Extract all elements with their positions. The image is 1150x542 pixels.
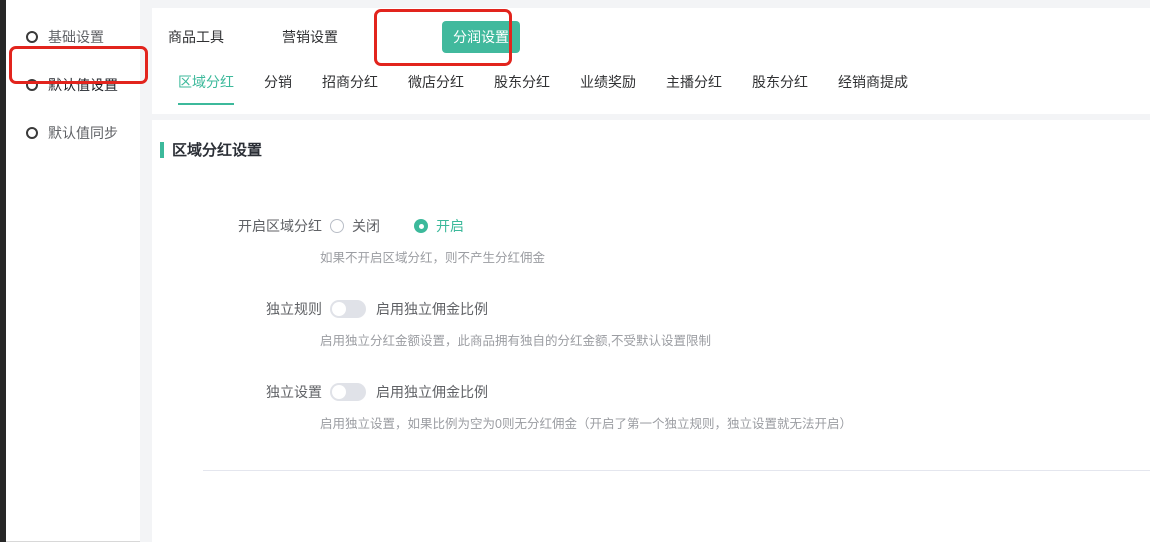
toggle-knob xyxy=(332,302,346,316)
sidebar: 基础设置 默认值设置 默认值同步 xyxy=(6,0,140,542)
form-row-enable-region-dividend: 开启区域分红 关闭 开启 xyxy=(152,216,1150,236)
settings-form: 开启区域分红 关闭 开启 如果不开启区域分红，则不产生分红佣金 xyxy=(152,216,1150,471)
radio-group: 关闭 开启 xyxy=(330,216,498,236)
tab-marketing-settings[interactable]: 营销设置 xyxy=(282,27,338,47)
toggle-knob xyxy=(332,385,346,399)
subtab-performance-reward[interactable]: 业绩奖励 xyxy=(580,72,636,103)
radio-circle-icon xyxy=(26,31,38,43)
subtab-merchant-dividend[interactable]: 招商分红 xyxy=(322,72,378,103)
subtab-dealer-commission[interactable]: 经销商提成 xyxy=(838,72,908,103)
form-row-independent-setting: 独立设置 启用独立佣金比例 xyxy=(152,382,1150,402)
radio-option-on[interactable]: 开启 xyxy=(414,216,464,236)
section-title-accent-bar xyxy=(160,142,164,158)
subtab-shareholder-dividend[interactable]: 股东分红 xyxy=(494,72,550,103)
subtab-distribution[interactable]: 分销 xyxy=(264,72,292,103)
radio-circle-icon xyxy=(26,79,38,91)
independent-setting-toggle[interactable] xyxy=(330,383,366,401)
subtab-region-dividend[interactable]: 区域分红 xyxy=(178,72,234,105)
form-row-independent-rule: 独立规则 启用独立佣金比例 xyxy=(152,299,1150,319)
sidebar-item-basic-settings[interactable]: 基础设置 xyxy=(6,20,140,54)
sidebar-item-label: 默认值设置 xyxy=(48,75,118,95)
field-hint: 启用独立设置，如果比例为空为0则无分红佣金（开启了第一个独立规则，独立设置就无法… xyxy=(320,413,1150,432)
tab-product-tools[interactable]: 商品工具 xyxy=(168,27,224,47)
radio-option-off[interactable]: 关闭 xyxy=(330,216,380,236)
section-title-text: 区域分红设置 xyxy=(172,139,262,160)
field-hint: 启用独立分红金额设置，此商品拥有独自的分红金额,不受默认设置限制 xyxy=(320,330,1150,349)
field-hint: 如果不开启区域分红，则不产生分红佣金 xyxy=(320,247,1150,266)
subtab-anchor-dividend[interactable]: 主播分红 xyxy=(666,72,722,103)
subtab-microstore-dividend[interactable]: 微店分红 xyxy=(408,72,464,103)
radio-option-label: 开启 xyxy=(436,216,464,236)
sidebar-item-label: 默认值同步 xyxy=(48,123,118,143)
radio-selected-icon[interactable] xyxy=(414,219,428,233)
subtab-shareholder-dividend-2[interactable]: 股东分红 xyxy=(752,72,808,103)
radio-circle-icon xyxy=(26,127,38,139)
toggle-label: 启用独立佣金比例 xyxy=(376,299,488,319)
tabs-header-card: 商品工具 营销设置 分润设置 区域分红 分销 招商分红 微店分红 股东分红 业绩… xyxy=(152,8,1150,114)
field-label: 独立设置 xyxy=(152,382,330,402)
section-divider xyxy=(203,470,1150,471)
field-label: 独立规则 xyxy=(152,299,330,319)
main-area: 商品工具 营销设置 分润设置 区域分红 分销 招商分红 微店分红 股东分红 业绩… xyxy=(152,0,1150,542)
radio-unselected-icon[interactable] xyxy=(330,219,344,233)
page-root: 基础设置 默认值设置 默认值同步 商品工具 营销设置 分润设置 区域分红 分销 … xyxy=(0,0,1150,542)
sidebar-item-default-sync[interactable]: 默认值同步 xyxy=(6,116,140,150)
sidebar-item-default-settings[interactable]: 默认值设置 xyxy=(6,68,140,102)
sidebar-item-label: 基础设置 xyxy=(48,27,104,47)
independent-rule-toggle[interactable] xyxy=(330,300,366,318)
top-tabs-row: 商品工具 营销设置 分润设置 xyxy=(152,8,1150,66)
settings-content-card: 区域分红设置 开启区域分红 关闭 开启 xyxy=(152,120,1150,542)
radio-option-label: 关闭 xyxy=(352,216,380,236)
tab-profit-settings[interactable]: 分润设置 xyxy=(442,21,520,53)
toggle-label: 启用独立佣金比例 xyxy=(376,382,488,402)
field-label: 开启区域分红 xyxy=(152,216,330,236)
sub-tabs-row: 区域分红 分销 招商分红 微店分红 股东分红 业绩奖励 主播分红 股东分红 经销… xyxy=(152,72,1150,105)
section-title: 区域分红设置 xyxy=(160,139,1150,160)
